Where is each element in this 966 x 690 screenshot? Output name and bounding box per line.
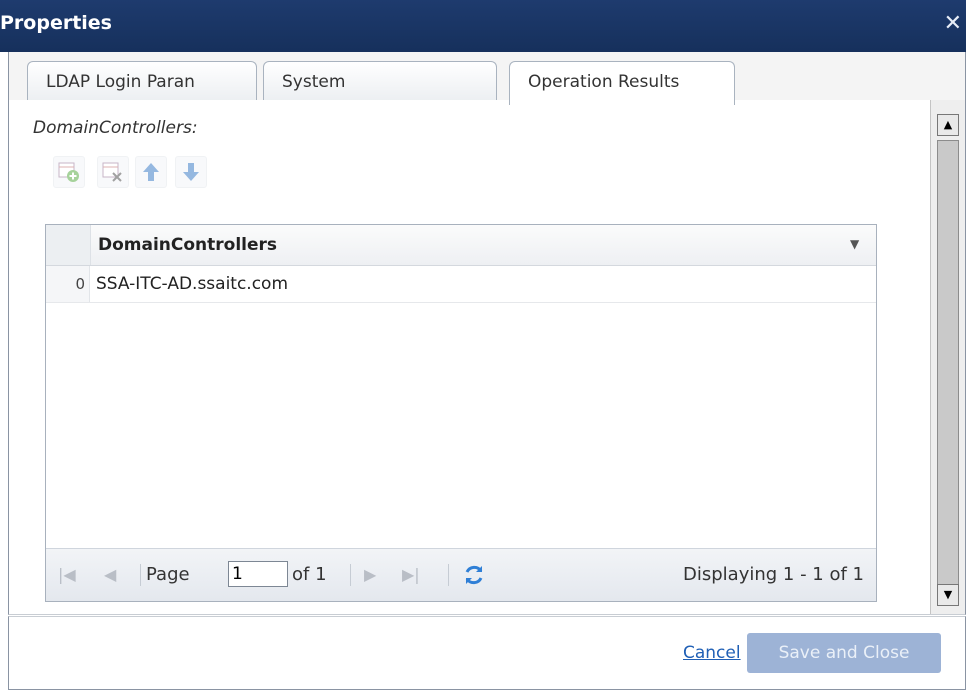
row-number: 0 — [46, 266, 90, 302]
tab-strip: LDAP Login Paran System Operation Result… — [8, 52, 966, 105]
next-page-icon[interactable]: ▶ — [364, 549, 376, 601]
row-number-header — [46, 225, 91, 265]
scroll-up-icon[interactable]: ▲ — [937, 114, 959, 136]
pager-separator — [448, 564, 449, 586]
dialog-title: Properties — [0, 12, 112, 34]
pager-separator — [140, 564, 141, 586]
operation-results-panel: DomainControllers: DomainControllers ▼ 0… — [8, 100, 966, 615]
tab-label: Operation Results — [528, 72, 680, 92]
move-down-button[interactable] — [175, 156, 207, 188]
delete-row-icon — [102, 162, 122, 182]
arrow-up-icon — [143, 163, 159, 181]
domain-controllers-grid: DomainControllers ▼ 0 SSA-ITC-AD.ssaitc.… — [45, 224, 877, 602]
arrow-down-icon — [183, 163, 199, 181]
vertical-scrollbar[interactable]: ▲ ▼ — [930, 100, 965, 614]
close-icon[interactable]: ✕ — [944, 12, 962, 36]
tab-label: LDAP Login Paran — [46, 72, 195, 92]
save-and-close-button[interactable]: Save and Close — [747, 633, 941, 673]
page-label: Page — [146, 564, 190, 585]
tab-label: System — [282, 72, 346, 92]
previous-page-icon[interactable]: ◀ — [104, 549, 116, 601]
domain-controllers-label: DomainControllers: — [33, 118, 198, 138]
domain-controller-cell[interactable]: SSA-ITC-AD.ssaitc.com — [96, 266, 288, 302]
cancel-link[interactable]: Cancel — [683, 643, 741, 663]
add-row-icon — [58, 162, 79, 182]
dialog-titlebar: Properties ✕ — [0, 0, 966, 52]
first-page-icon[interactable]: |◀ — [58, 549, 76, 601]
move-up-button[interactable] — [135, 156, 167, 188]
column-header-domain-controllers[interactable]: DomainControllers — [98, 235, 277, 255]
tab-ldap-login-params[interactable]: LDAP Login Paran — [27, 61, 257, 101]
page-count-label: of 1 — [292, 564, 327, 585]
table-row[interactable]: 0 SSA-ITC-AD.ssaitc.com — [46, 266, 876, 303]
grid-header: DomainControllers ▼ — [46, 225, 876, 266]
page-number-input[interactable] — [228, 561, 288, 587]
tab-system[interactable]: System — [263, 61, 497, 101]
pager-separator — [350, 564, 351, 586]
scrollbar-thumb[interactable] — [937, 140, 959, 594]
scroll-down-icon[interactable]: ▼ — [937, 584, 959, 606]
dialog-footer: Cancel Save and Close — [8, 616, 966, 690]
refresh-icon[interactable] — [462, 563, 486, 587]
paging-toolbar: |◀ ◀ Page of 1 ▶ ▶| Displaying 1 - 1 of … — [46, 548, 876, 601]
add-row-button[interactable] — [53, 156, 85, 188]
last-page-icon[interactable]: ▶| — [402, 549, 420, 601]
tab-operation-results[interactable]: Operation Results — [509, 61, 735, 105]
delete-row-button[interactable] — [97, 156, 129, 188]
column-menu-chevron-down-icon[interactable]: ▼ — [850, 237, 864, 251]
displaying-count: Displaying 1 - 1 of 1 — [683, 564, 864, 585]
